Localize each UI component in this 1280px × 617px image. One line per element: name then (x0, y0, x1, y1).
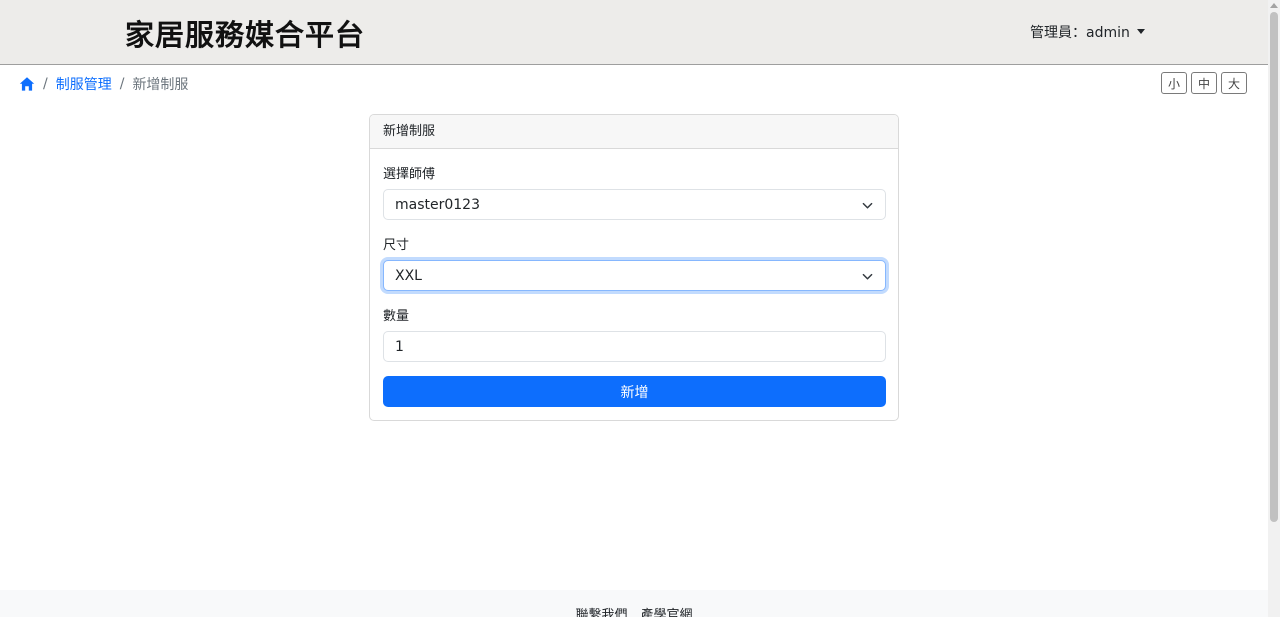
caret-down-icon (1136, 28, 1145, 34)
chevron-down-icon (862, 273, 873, 280)
font-size-large-button[interactable]: 大 (1221, 72, 1247, 94)
size-select[interactable]: XXL (383, 260, 886, 291)
scrollbar-thumb[interactable] (1270, 12, 1278, 522)
size-select-value: XXL (395, 267, 422, 284)
footer-links[interactable]: 聯繫我們．產學官網 (0, 604, 1268, 617)
font-size-controls: 小 中 大 (1161, 72, 1247, 94)
breadcrumb-current: 新增制服 (132, 77, 189, 93)
master-select[interactable]: master0123 (383, 189, 886, 220)
home-icon[interactable] (19, 76, 35, 92)
master-select-value: master0123 (395, 196, 480, 213)
breadcrumb: / 制服管理 / 新增制服 (19, 74, 188, 94)
add-button[interactable]: 新增 (383, 376, 886, 407)
quantity-label: 數量 (383, 309, 410, 324)
quantity-input[interactable]: 1 (383, 331, 886, 362)
site-title: 家居服務媒合平台 (125, 18, 366, 52)
breadcrumb-separator: / (43, 76, 48, 92)
chevron-down-icon (862, 202, 873, 209)
top-header: 家居服務媒合平台 管理員：admin (0, 0, 1268, 65)
breadcrumb-separator: / (119, 76, 125, 92)
card-title: 新增制服 (370, 115, 898, 149)
font-size-small-button[interactable]: 小 (1161, 72, 1187, 94)
master-label: 選擇師傅 (383, 167, 436, 182)
vertical-scrollbar[interactable] (1268, 0, 1280, 617)
font-size-medium-button[interactable]: 中 (1191, 72, 1217, 94)
scroll-up-arrow-icon[interactable] (1270, 3, 1278, 8)
quantity-input-value: 1 (395, 338, 404, 355)
footer: 聯繫我們．產學官網 (0, 590, 1268, 617)
user-menu-label: 管理員：admin (1030, 25, 1130, 41)
add-uniform-card: 新增制服 選擇師傅 master0123 尺寸 XXL 數量 1 新增 (369, 114, 899, 421)
size-label: 尺寸 (383, 238, 410, 253)
user-menu-dropdown[interactable]: 管理員：admin (1030, 22, 1145, 42)
breadcrumb-uniform-management-link[interactable]: 制服管理 (56, 74, 112, 94)
